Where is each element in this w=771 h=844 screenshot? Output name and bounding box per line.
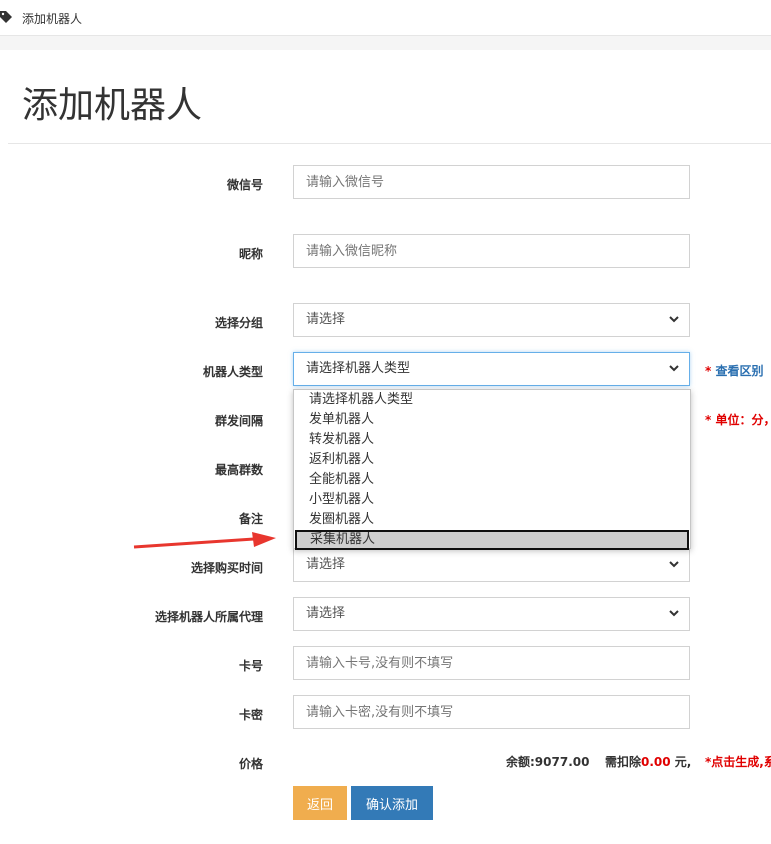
confirm-add-button[interactable]: 确认添加 <box>351 786 433 820</box>
card-no-label: 卡号 <box>238 659 263 673</box>
wechat-input[interactable] <box>293 165 690 199</box>
buy-time-select[interactable]: 请选择 <box>293 548 690 582</box>
max-groups-label: 最高群数 <box>214 463 263 477</box>
robot-type-dropdown[interactable]: 请选择机器人类型 发单机器人 转发机器人 返利机器人 全能机器人 小型机器人 发… <box>293 389 691 550</box>
chevron-down-icon <box>669 561 679 568</box>
robot-type-option[interactable]: 发圈机器人 <box>295 510 689 530</box>
nickname-label: 昵称 <box>238 247 263 261</box>
deduct-prefix: 需扣除 <box>605 755 642 769</box>
card-no-input[interactable] <box>293 646 690 680</box>
robot-type-option-highlighted[interactable]: 采集机器人 <box>295 530 689 550</box>
interval-label: 群发间隔 <box>214 414 263 428</box>
annotation-arrow <box>133 532 276 549</box>
agent-select[interactable]: 请选择 <box>293 597 690 631</box>
hint-star: * <box>705 364 712 378</box>
group-label: 选择分组 <box>214 316 263 330</box>
interval-unit-hint: * 单位：分， <box>705 413 771 427</box>
robot-type-select[interactable]: 请选择机器人类型 <box>293 352 690 386</box>
buy-time-select-value: 请选择 <box>306 557 346 572</box>
agent-label: 选择机器人所属代理 <box>154 610 263 624</box>
chevron-down-icon <box>669 610 679 617</box>
card-pwd-input[interactable] <box>293 695 690 729</box>
tag-icon <box>0 11 12 23</box>
chevron-down-icon <box>669 316 679 323</box>
robot-type-option[interactable]: 转发机器人 <box>295 430 689 450</box>
group-select[interactable]: 请选择 <box>293 303 690 337</box>
robot-type-hint: * 查看区别 <box>705 362 763 379</box>
divider <box>8 143 771 144</box>
buy-time-label: 选择购买时间 <box>190 561 263 575</box>
breadcrumb[interactable]: 添加机器人 <box>22 10 82 27</box>
robot-type-option[interactable]: 返利机器人 <box>295 450 689 470</box>
balance-text: 余额:9077.00 <box>506 755 590 769</box>
deduct-amount: 0.00 <box>641 755 671 769</box>
robot-type-label: 机器人类型 <box>202 365 263 379</box>
nickname-input[interactable] <box>293 234 690 268</box>
robot-type-option[interactable]: 发单机器人 <box>295 410 689 430</box>
group-select-value: 请选择 <box>306 312 346 327</box>
deduct-suffix: 元, <box>670 755 692 769</box>
agent-select-value: 请选择 <box>306 606 346 621</box>
back-button[interactable]: 返回 <box>293 786 347 820</box>
header-band <box>0 36 771 50</box>
robot-type-select-value: 请选择机器人类型 <box>306 361 411 376</box>
robot-type-option[interactable]: 请选择机器人类型 <box>295 390 689 410</box>
chevron-down-icon <box>669 365 679 372</box>
price-label: 价格 <box>238 757 263 771</box>
remark-label: 备注 <box>238 512 263 526</box>
breadcrumb-bar: 添加机器人 <box>0 0 771 36</box>
wechat-label: 微信号 <box>226 178 263 192</box>
view-difference-link[interactable]: 查看区别 <box>715 364 763 378</box>
page-title: 添加机器人 <box>22 85 203 126</box>
robot-type-option[interactable]: 全能机器人 <box>295 470 689 490</box>
card-pwd-label: 卡密 <box>238 708 263 722</box>
robot-type-option[interactable]: 小型机器人 <box>295 490 689 510</box>
generate-note: *点击生成,系 <box>705 755 771 769</box>
deduct-text: 需扣除0.00 元, <box>605 753 691 770</box>
